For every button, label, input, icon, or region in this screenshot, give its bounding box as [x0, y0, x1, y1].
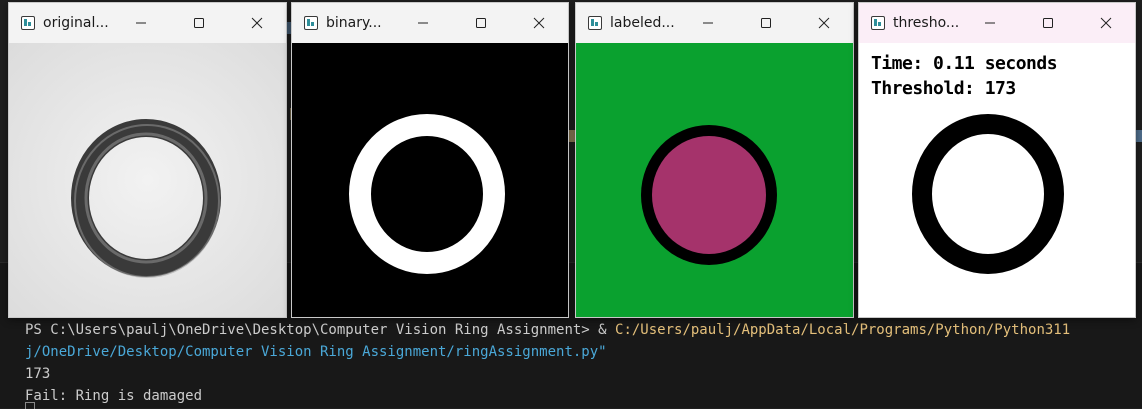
- window-title: binary...: [326, 15, 382, 31]
- window-title: thresho...: [893, 15, 960, 31]
- minimize-icon: [136, 22, 146, 24]
- ring-photo: [9, 43, 286, 317]
- title-bar[interactable]: labeled...: [576, 3, 853, 43]
- maximize-icon: [1043, 18, 1053, 28]
- window-original[interactable]: original...: [8, 2, 287, 318]
- minimize-button[interactable]: [679, 3, 737, 43]
- maximize-button[interactable]: [737, 3, 795, 43]
- minimize-icon: [985, 22, 995, 24]
- terminal-output-result: Fail: Ring is damaged: [25, 388, 203, 404]
- close-icon: [251, 17, 263, 29]
- terminal-command-continuation: j/OneDrive/Desktop/Computer Vision Ring …: [25, 344, 607, 360]
- terminal-output-threshold: 173: [25, 366, 51, 382]
- minimize-button[interactable]: [394, 3, 452, 43]
- image-threshold: Time: 0.11 seconds Threshold: 173: [859, 43, 1135, 317]
- time-readout: Time: 0.11 seconds: [871, 53, 1058, 74]
- close-icon: [533, 17, 545, 29]
- maximize-icon: [761, 18, 771, 28]
- app-icon: [21, 16, 35, 30]
- editor-line: [1136, 130, 1142, 142]
- ring-binary: [292, 43, 568, 317]
- maximize-icon: [476, 18, 486, 28]
- app-icon: [871, 16, 885, 30]
- maximize-button[interactable]: [1019, 3, 1077, 43]
- ring-labeled: [576, 43, 853, 317]
- image-labeled: [576, 43, 853, 317]
- maximize-icon: [194, 18, 204, 28]
- close-icon: [1100, 17, 1112, 29]
- minimize-icon: [703, 22, 713, 24]
- title-bar[interactable]: original...: [9, 3, 286, 43]
- terminal-command-path: C:/Users/paulj/AppData/Local/Programs/Py…: [615, 322, 1071, 338]
- image-original: [9, 43, 286, 317]
- app-icon: [304, 16, 318, 30]
- close-button[interactable]: [228, 3, 286, 43]
- title-bar[interactable]: binary...: [292, 3, 568, 43]
- close-button[interactable]: [1077, 3, 1135, 43]
- title-bar[interactable]: thresho...: [859, 3, 1135, 43]
- window-title: labeled...: [610, 15, 675, 31]
- app-icon: [588, 16, 602, 30]
- window-threshold[interactable]: thresho... Time: 0.11 seconds Threshold:…: [858, 2, 1136, 318]
- minimize-icon: [418, 22, 428, 24]
- terminal-prompt: PS C:\Users\paulj\OneDrive\Desktop\Compu…: [25, 322, 616, 338]
- maximize-button[interactable]: [170, 3, 228, 43]
- minimize-button[interactable]: [961, 3, 1019, 43]
- close-button[interactable]: [510, 3, 568, 43]
- image-binary: [292, 43, 568, 317]
- terminal-command-line: PS C:\Users\paulj\OneDrive\Desktop\Compu…: [25, 320, 1070, 340]
- window-title: original...: [43, 15, 109, 31]
- window-labeled[interactable]: labeled...: [575, 2, 854, 318]
- close-button[interactable]: [795, 3, 853, 43]
- maximize-button[interactable]: [452, 3, 510, 43]
- minimize-button[interactable]: [112, 3, 170, 43]
- close-icon: [818, 17, 830, 29]
- threshold-readout: Threshold: 173: [871, 78, 1016, 99]
- window-binary[interactable]: binary...: [291, 2, 569, 318]
